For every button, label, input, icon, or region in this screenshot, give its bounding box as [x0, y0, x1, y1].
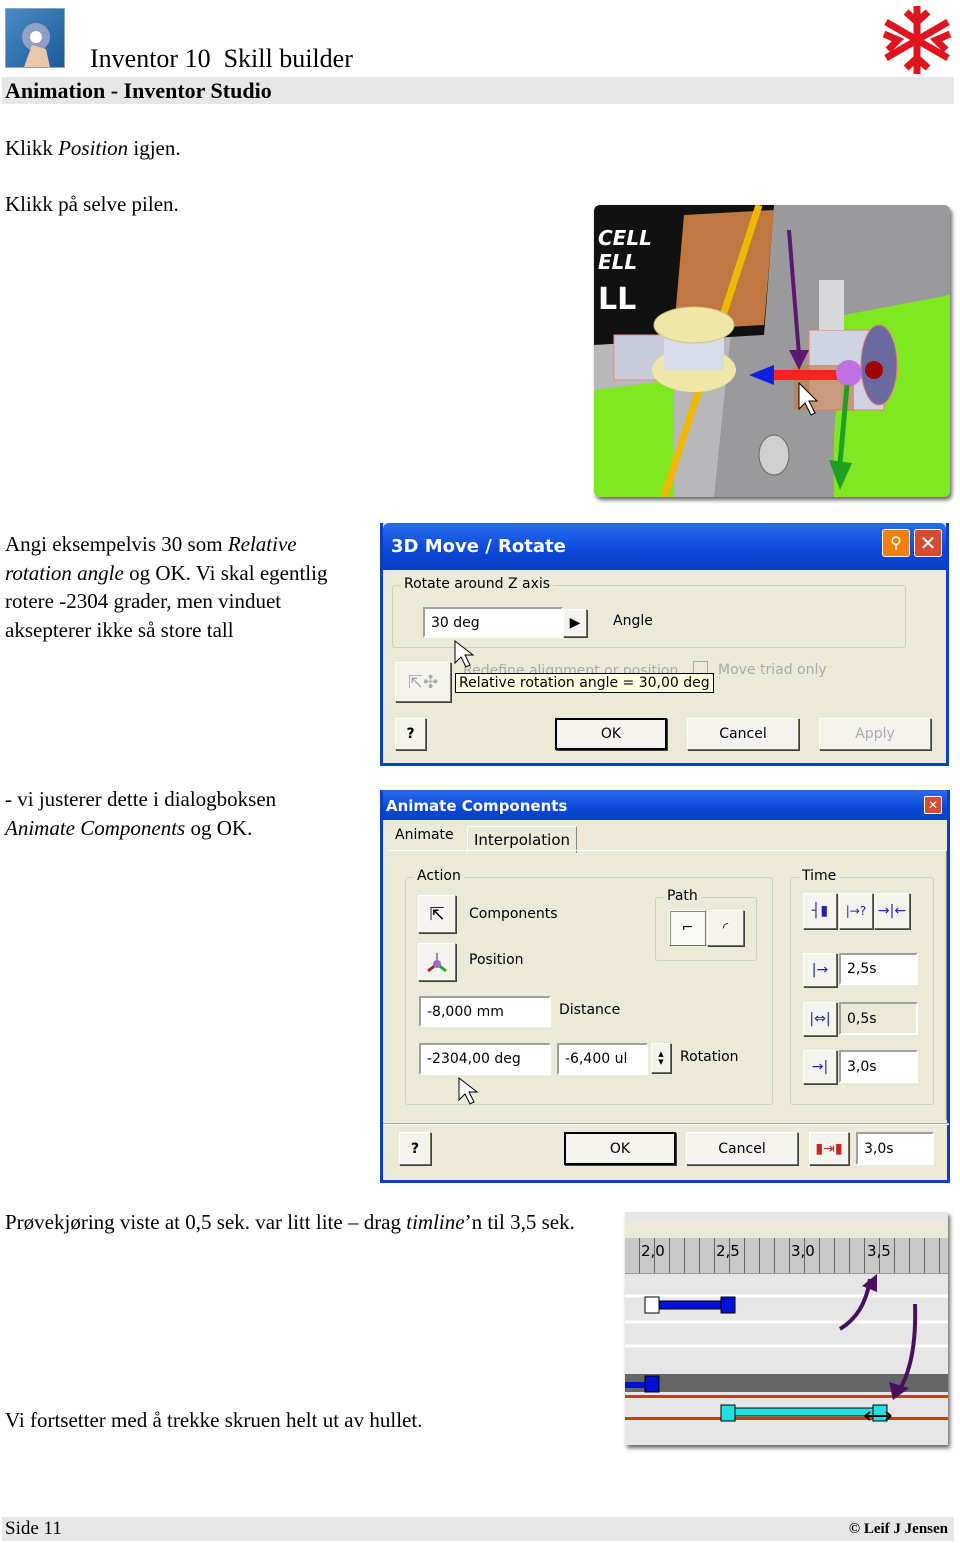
dialog-title: Animate Components [386, 797, 568, 815]
distance-input[interactable]: -8,000 mm [419, 996, 551, 1027]
cancel-button[interactable]: Cancel [686, 1132, 798, 1165]
ok-button[interactable]: OK [555, 718, 667, 750]
rotation-action-bar[interactable] [734, 1407, 876, 1417]
model-render-image: CELL ELL LL [594, 205, 950, 497]
end-time-input[interactable]: 3,0s [839, 1050, 918, 1083]
keyframe[interactable] [644, 1375, 660, 1393]
tick-label: 2,5 [716, 1242, 740, 1260]
paragraph-3: Angi eksempelvis 30 som Relative rotatio… [5, 530, 360, 644]
tab-interpolation[interactable]: Interpolation [467, 826, 577, 853]
text: Klikk [5, 136, 59, 160]
path-spline-button[interactable]: ◜ [707, 910, 744, 946]
cancel-button[interactable]: Cancel [687, 718, 799, 750]
mouse-cursor-icon [457, 1076, 479, 1110]
rotation-label: Rotation [680, 1049, 739, 1065]
paragraph-4: - vi justerer dette i dialogboksen Anima… [5, 785, 345, 842]
close-button[interactable]: ✕ [914, 529, 942, 557]
dialog-titlebar: 3D Move / Rotate ⚲ ✕ [383, 523, 946, 570]
group-label: Action [414, 868, 464, 884]
total-time-input[interactable]: 3,0s [856, 1132, 934, 1165]
timeline-top-strip [625, 1222, 948, 1238]
text: og OK. [185, 815, 253, 840]
battery-label: CELL [598, 226, 652, 250]
end-time-button[interactable]: →| [803, 1050, 837, 1084]
section-title: Animation - Inventor Studio [5, 78, 272, 103]
components-label: Components [469, 906, 558, 922]
emphasis: timline [406, 1210, 465, 1234]
divider [383, 1123, 949, 1125]
pin-button[interactable]: ⚲ [882, 529, 910, 557]
ok-button[interactable]: OK [564, 1132, 676, 1165]
components-button[interactable]: ⇱ [418, 895, 456, 933]
position-label: Position [469, 952, 524, 968]
emphasis: Position [58, 136, 129, 160]
text: Prøvekjøring viste at 0,5 sek. var litt … [5, 1210, 407, 1234]
triad-select-button[interactable]: ⇱✣ [395, 662, 451, 702]
start-time-button[interactable]: |→ [803, 953, 837, 987]
angle-input[interactable]: 30 deg [423, 607, 563, 638]
duration-button[interactable]: |⇔| [803, 1002, 837, 1036]
rotation-degrees-input[interactable]: -2304,00 deg [419, 1043, 551, 1075]
timeline-ruler [625, 1238, 948, 1274]
text: Angi eksempelvis 30 som [5, 532, 228, 556]
start-time-input[interactable]: 2,5s [839, 953, 918, 985]
page-number: Side 11 [5, 1518, 62, 1539]
tooltip: Relative rotation angle = 30,00 deg [455, 673, 714, 693]
tick-label: 3,5 [867, 1242, 891, 1260]
emphasis: Animate Components [5, 815, 186, 840]
keyframe-start[interactable] [644, 1296, 660, 1314]
footer-band [2, 1517, 954, 1541]
duration-input[interactable]: 0,5s [839, 1002, 918, 1035]
battery-label: LL [598, 282, 636, 317]
dialog-titlebar: Animate Components ✕ [383, 790, 947, 820]
time-specify-button[interactable]: ┤▮ [803, 893, 837, 929]
timeline-tracks [625, 1274, 948, 1422]
inventor-logo [5, 8, 65, 68]
rotation-spinner[interactable]: ▲ ▼ [651, 1043, 671, 1073]
group-label: Path [664, 888, 701, 904]
rotation-keyframe-start[interactable] [720, 1404, 736, 1422]
group-label: Time [799, 868, 840, 884]
paragraph-6: Vi fortsetter med å trekke skruen helt u… [5, 1408, 423, 1432]
paragraph-5: Prøvekjøring viste at 0,5 sek. var litt … [5, 1208, 605, 1237]
distance-label: Distance [559, 1002, 621, 1018]
animate-components-dialog: Animate Components ✕ Animate Interpolati… [380, 790, 950, 1183]
angle-label: Angle [613, 613, 653, 629]
mouse-cursor-icon [453, 639, 475, 673]
tab-animate[interactable]: Animate [395, 827, 454, 843]
doc-title: Inventor 10 Skill builder [90, 44, 353, 73]
time-instant-button[interactable]: →|← [874, 893, 910, 929]
dialog-title: 3D Move / Rotate [391, 536, 566, 557]
time-from-previous-button[interactable]: |→? [839, 893, 873, 929]
help-button[interactable]: ? [395, 718, 426, 750]
move-rotate-dialog: 3D Move / Rotate ⚲ ✕ Rotate around Z axi… [380, 523, 949, 766]
keyframe-end[interactable] [720, 1296, 736, 1314]
text: igjen. [128, 136, 181, 160]
triad-only-label: Move triad only [718, 662, 827, 678]
apply-button[interactable]: Apply [819, 718, 931, 750]
tick-label: 2,0 [641, 1242, 665, 1260]
tick-label: 3,0 [791, 1242, 815, 1260]
copyright: © Leif J Jensen [848, 1521, 948, 1537]
path-linear-button[interactable]: ⌐ [669, 910, 706, 946]
paragraph-1: Klikk Position igjen. [5, 134, 181, 163]
sequence-time-button[interactable]: ▮⇥▮ [809, 1132, 849, 1165]
paragraph-2: Klikk på selve pilen. [5, 192, 179, 216]
position-button[interactable] [418, 943, 456, 981]
text: - vi justerer dette i dialogboksen [5, 787, 277, 811]
angle-arrow-button[interactable]: ▶ [563, 609, 587, 637]
text: ’n til 3,5 sek. [464, 1210, 575, 1234]
help-button[interactable]: ? [399, 1132, 431, 1165]
action-bar[interactable] [658, 1300, 722, 1310]
snowflake-logo [878, 2, 956, 78]
battery-label: ELL [598, 250, 637, 274]
rotation-ul-input[interactable]: -6,400 ul [557, 1043, 648, 1075]
triad-icon [427, 953, 447, 973]
timeline-image: 2,0 2,5 3,0 3,5 [625, 1212, 948, 1445]
group-label: Rotate around Z axis [401, 576, 554, 592]
rotation-keyframe-end[interactable] [872, 1404, 888, 1422]
close-button[interactable]: ✕ [924, 796, 942, 814]
